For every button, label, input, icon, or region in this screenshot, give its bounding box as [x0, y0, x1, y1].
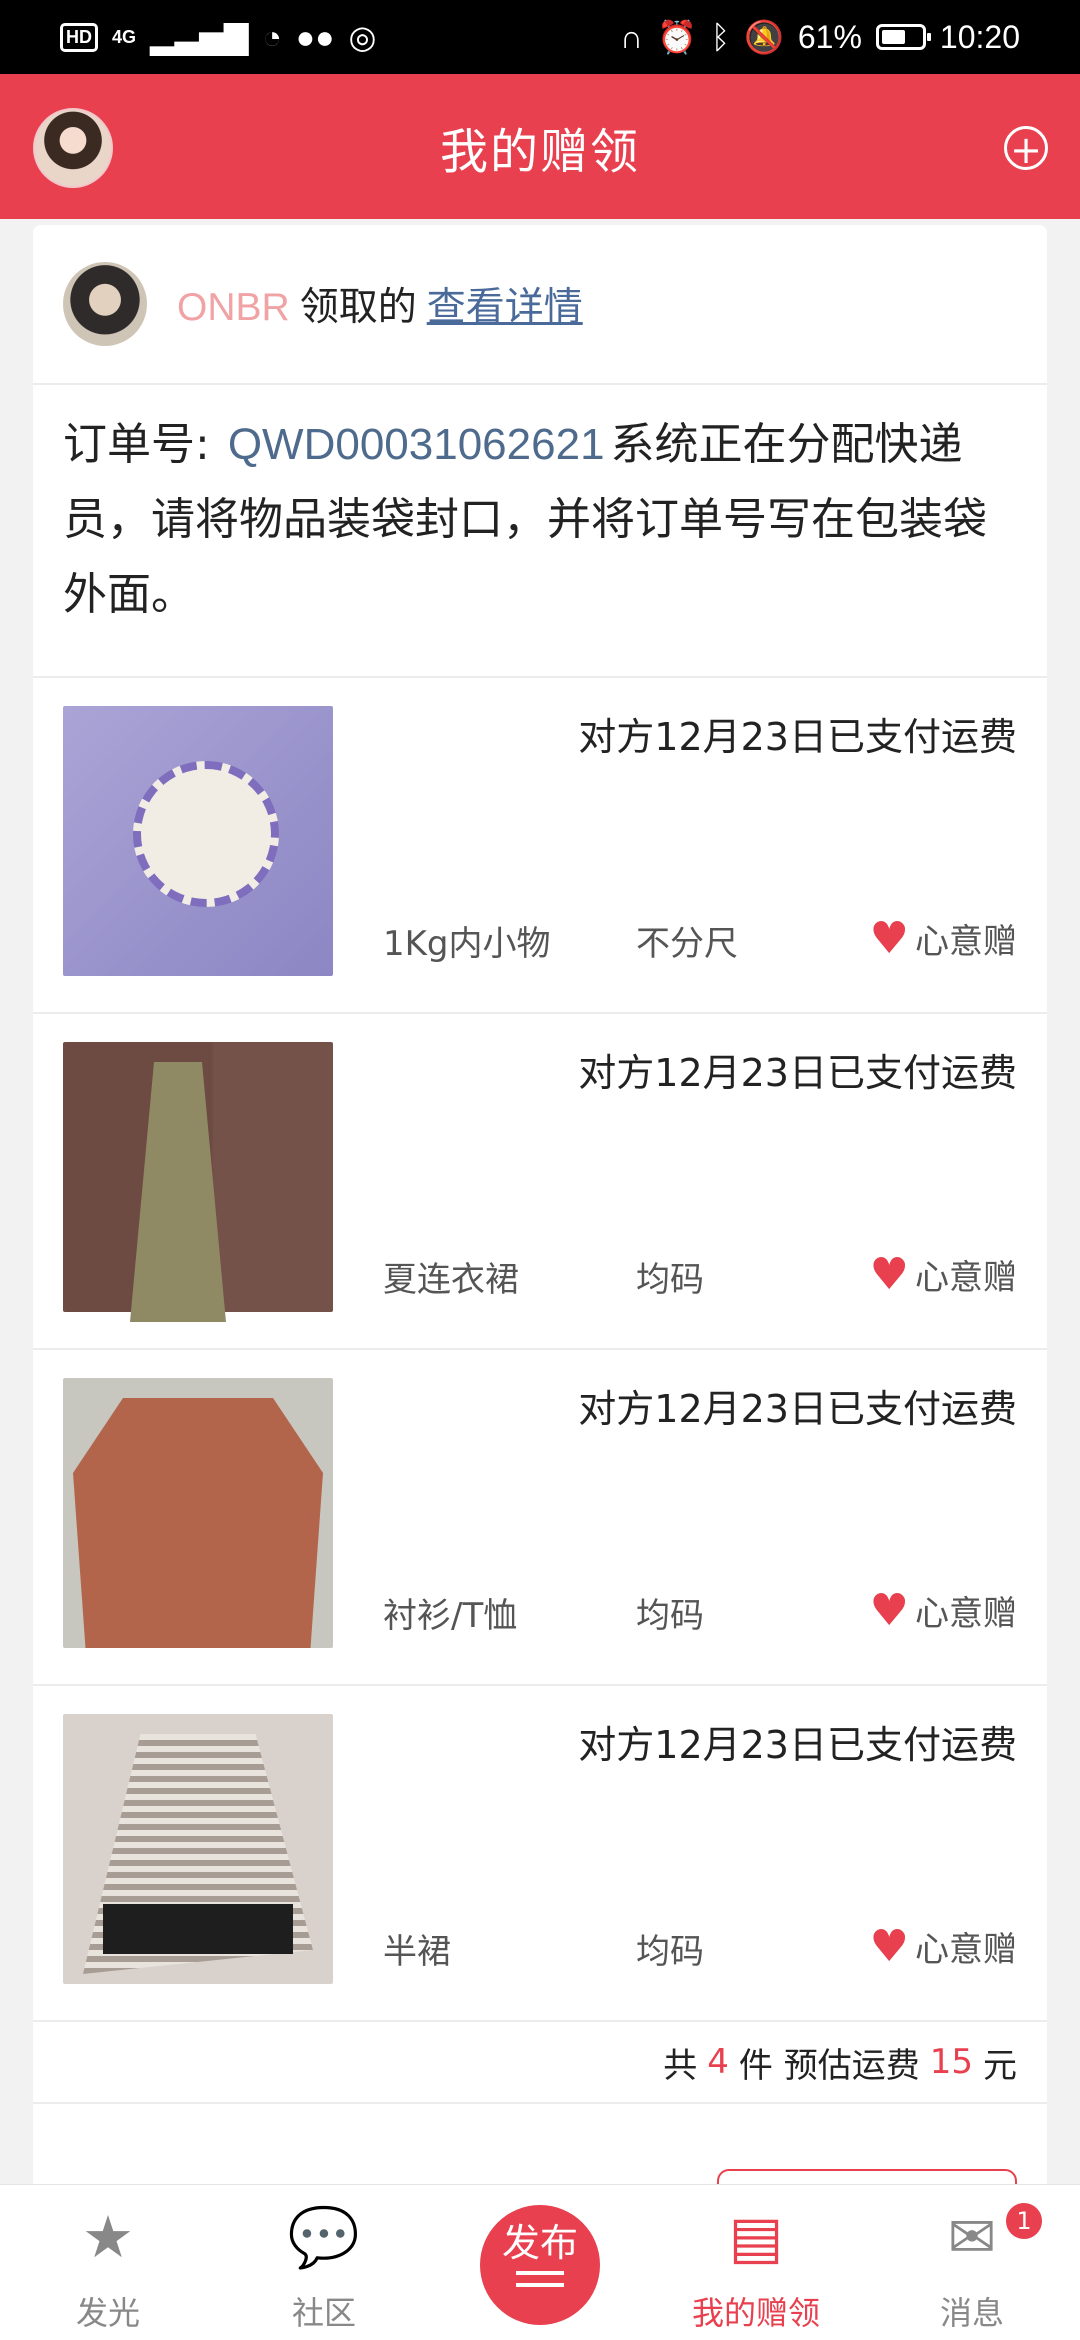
item-category: 衬衫/T恤: [383, 1596, 518, 1636]
shipping-status: 对方12月23日已支付运费: [578, 715, 1017, 759]
nav-label: 发光: [75, 2294, 140, 2332]
gift-item[interactable]: 对方12月23日已支付运费 半裙 均码 ♥ 心意赠: [33, 1686, 1047, 2022]
gift-item[interactable]: 对方12月23日已支付运费 衬衫/T恤 均码 ♥ 心意赠: [33, 1350, 1047, 1686]
add-icon[interactable]: +: [1004, 126, 1048, 171]
clock: 10:20: [939, 18, 1020, 55]
item-photo[interactable]: [63, 1378, 333, 1648]
hd-indicator: HD: [60, 22, 98, 52]
item-size: 不分尺: [636, 924, 738, 964]
status-bar-right: ∩ ⏰ ᛒ 🔕 61% 10:20: [560, 18, 1080, 56]
shipping-status: 对方12月23日已支付运费: [578, 1387, 1017, 1431]
publish-button[interactable]: 发布: [480, 2205, 600, 2325]
photo-frame-shape: [133, 761, 279, 907]
item-photo[interactable]: [63, 1714, 333, 1984]
claim-line: ONBR 领取的 查看详情: [177, 276, 583, 332]
chat-bubble-icon: 💬: [287, 2203, 361, 2271]
item-photo[interactable]: [63, 706, 333, 976]
wechat-icon: ●●: [295, 18, 335, 55]
alarm-icon: ⏰: [656, 19, 697, 55]
item-size: 均码: [636, 1596, 704, 1636]
order-info: 订单号: QWD00031062621 系统正在分配快递员，请将物品装袋封口，并将订…: [33, 385, 1047, 678]
browser-icon: ◎: [348, 19, 377, 55]
item-photo[interactable]: [63, 1042, 333, 1322]
fee-unit: 元: [983, 2045, 1017, 2086]
nav-label: 社区: [291, 2294, 356, 2332]
status-bar: HD 4G ▂▃▅▇ ◔ ●● ◎ ∩ ⏰ ᛒ 🔕 61% 10:20: [0, 0, 1080, 74]
nav-item-my-gifts[interactable]: ▤ 我的赠领: [648, 2185, 864, 2340]
item-count: 4: [707, 2042, 729, 2082]
star-icon: ★: [82, 2203, 134, 2271]
nav-label: 消息: [939, 2294, 1004, 2332]
page-title: 我的赠领: [439, 123, 640, 180]
gift-item[interactable]: 对方12月23日已支付运费 夏连衣裙 均码 ♥ 心意赠: [33, 1014, 1047, 1350]
item-size: 均码: [636, 1932, 704, 1972]
signal-icon: ▂▃▅▇: [150, 19, 249, 55]
item-category: 半裙: [383, 1932, 451, 1972]
item-category: 1Kg内小物: [383, 924, 551, 964]
network-type: 4G: [112, 27, 137, 47]
shirt-shape: [73, 1398, 323, 1648]
shipping-fee: 15: [929, 2042, 973, 2082]
user-name[interactable]: ONBR: [177, 286, 290, 330]
nav-label: 我的赠领: [691, 2294, 820, 2332]
user-avatar[interactable]: [63, 262, 147, 346]
gift-type: ♥ 心意赠: [870, 1250, 1017, 1299]
lace-shape: [103, 1904, 293, 1954]
order-card: ONBR 领取的 查看详情 订单号: QWD00031062621 系统正在分配快递…: [33, 225, 1047, 2249]
item-category: 夏连衣裙: [383, 1260, 519, 1300]
my-avatar[interactable]: [33, 108, 113, 188]
claim-row: ONBR 领取的 查看详情: [33, 225, 1047, 385]
heart-icon: ♥: [869, 912, 909, 964]
bottom-nav: ★ 发光 💬 社区 发布 ▤ 我的赠领 ✉ 1 消息: [0, 2184, 1080, 2340]
heart-icon: ♥: [869, 1920, 909, 1972]
gift-type-label: 心意赠: [915, 922, 1017, 962]
nav-item-glow[interactable]: ★ 发光: [0, 2185, 216, 2340]
summary-prefix: 共: [663, 2045, 698, 2086]
claim-action: 领取的: [299, 285, 417, 330]
unread-badge: 1: [1004, 2201, 1044, 2241]
gift-box-icon: ▤: [728, 2203, 784, 2271]
heart-icon: ♥: [869, 1248, 909, 1300]
view-details-link[interactable]: 查看详情: [427, 276, 583, 332]
gift-type: ♥ 心意赠: [870, 1922, 1017, 1971]
order-summary: 共 4 件 预估运费 15 元: [33, 2022, 1047, 2104]
gift-type-label: 心意赠: [915, 1594, 1017, 1634]
headphones-icon: ∩: [619, 18, 643, 55]
gift-type-label: 心意赠: [915, 1930, 1017, 1970]
shipping-status: 对方12月23日已支付运费: [578, 1723, 1017, 1767]
app-header: 我的赠领 +: [0, 74, 1080, 219]
heart-icon: ♥: [869, 1584, 909, 1636]
publish-label: 发布: [501, 2221, 578, 2265]
order-label: 订单号:: [63, 419, 210, 470]
wifi-icon: ◔: [262, 18, 282, 55]
battery-fill: [881, 30, 905, 44]
nav-item-community[interactable]: 💬 社区: [216, 2185, 432, 2340]
publish-icon: [516, 2271, 564, 2287]
gift-type-label: 心意赠: [915, 1258, 1017, 1298]
item-size: 均码: [636, 1260, 704, 1300]
mail-icon: ✉: [947, 2203, 997, 2271]
nav-item-messages[interactable]: ✉ 1 消息: [864, 2185, 1080, 2340]
battery-text: 61%: [797, 18, 862, 55]
dress-shape: [130, 1062, 226, 1322]
nav-item-publish[interactable]: 发布: [432, 2185, 648, 2340]
mute-icon: 🔕: [744, 19, 784, 55]
gift-type: ♥ 心意赠: [870, 914, 1017, 963]
gift-item[interactable]: 对方12月23日已支付运费 1Kg内小物 不分尺 ♥ 心意赠: [33, 678, 1047, 1014]
shipping-status: 对方12月23日已支付运费: [578, 1051, 1017, 1095]
summary-count-unit: 件 预估运费: [738, 2045, 920, 2086]
order-number: QWD00031062621: [227, 420, 605, 469]
battery-icon: [875, 24, 931, 50]
bluetooth-icon: ᛒ: [710, 18, 731, 55]
gift-type: ♥ 心意赠: [870, 1586, 1017, 1635]
status-bar-left: HD 4G ▂▃▅▇ ◔ ●● ◎: [0, 18, 436, 56]
